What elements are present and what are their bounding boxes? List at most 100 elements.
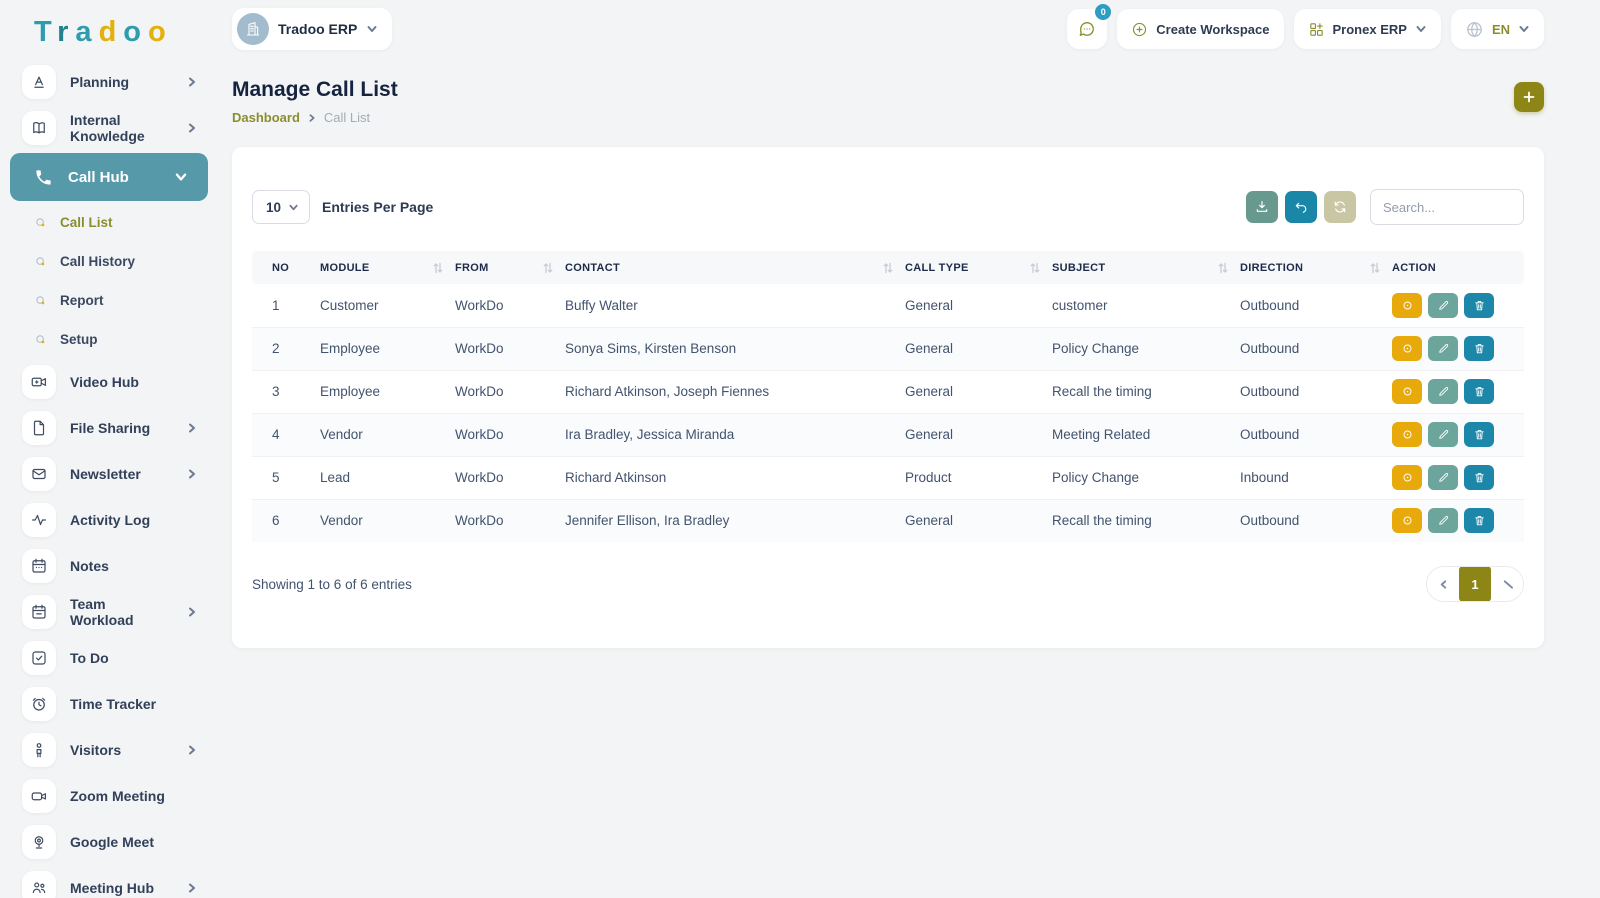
column-header-from[interactable]: FROM xyxy=(455,251,565,284)
sidebar-item-planning[interactable]: Planning xyxy=(0,59,218,105)
planning-icon xyxy=(22,65,56,99)
messages-button[interactable]: 0 xyxy=(1067,9,1107,49)
refresh-button[interactable] xyxy=(1324,191,1356,223)
sidebar-item-notes[interactable]: Notes xyxy=(0,543,218,589)
cell-call_type: General xyxy=(905,370,1052,413)
sidebar-item-visitors[interactable]: Visitors xyxy=(0,727,218,773)
delete-button[interactable] xyxy=(1464,422,1494,447)
sidebar-subitem-label: Call History xyxy=(60,254,135,269)
cell-subject: Meeting Related xyxy=(1052,413,1240,456)
edit-button[interactable] xyxy=(1428,508,1458,533)
cell-module: Lead xyxy=(320,456,455,499)
logo-letter: d xyxy=(99,16,124,48)
sidebar-subitem-label: Setup xyxy=(60,332,98,347)
create-workspace-button[interactable]: Create Workspace xyxy=(1117,9,1283,49)
cell-contact: Jennifer Ellison, Ira Bradley xyxy=(565,499,905,542)
delete-button[interactable] xyxy=(1464,293,1494,318)
entries-per-page-select[interactable]: 10 xyxy=(252,190,310,224)
export-button[interactable] xyxy=(1246,191,1278,223)
edit-button[interactable] xyxy=(1428,465,1458,490)
bullet-icon xyxy=(34,255,47,268)
edit-button[interactable] xyxy=(1428,336,1458,361)
page-header: Manage Call List Dashboard Call List xyxy=(232,78,1544,125)
column-header-contact[interactable]: CONTACT xyxy=(565,251,905,284)
view-icon xyxy=(1401,342,1414,355)
search-input[interactable] xyxy=(1370,189,1524,225)
workspace-avatar xyxy=(237,13,269,45)
table-row: 5LeadWorkDoRichard AtkinsonProductPolicy… xyxy=(252,456,1524,499)
column-header-subject[interactable]: SUBJECT xyxy=(1052,251,1240,284)
sidebar-subitem-report[interactable]: Report xyxy=(0,281,218,320)
undo-button[interactable] xyxy=(1285,191,1317,223)
sidebar-item-team-workload[interactable]: Team Workload xyxy=(0,589,218,635)
view-button[interactable] xyxy=(1392,508,1422,533)
table-row: 2EmployeeWorkDoSonya Sims, Kirsten Benso… xyxy=(252,327,1524,370)
edit-icon xyxy=(1437,428,1450,441)
sidebar-item-label: To Do xyxy=(70,650,198,666)
sidebar-item-label: Notes xyxy=(70,558,198,574)
breadcrumb-dashboard[interactable]: Dashboard xyxy=(232,110,300,125)
delete-button[interactable] xyxy=(1464,336,1494,361)
sidebar-item-video-hub[interactable]: Video Hub xyxy=(0,359,218,405)
sidebar-item-meeting-hub[interactable]: Meeting Hub xyxy=(0,865,218,898)
edit-icon xyxy=(1437,514,1450,527)
cell-subject: Policy Change xyxy=(1052,327,1240,370)
sidebar-item-file-sharing[interactable]: File Sharing xyxy=(0,405,218,451)
workspace-name: Tradoo ERP xyxy=(278,21,357,37)
topbar-actions: 0 Create Workspace Pronex ERP EN xyxy=(1067,9,1544,49)
messages-badge: 0 xyxy=(1095,4,1111,20)
download-icon xyxy=(1254,199,1270,215)
view-button[interactable] xyxy=(1392,336,1422,361)
chevron-right-icon xyxy=(186,606,198,618)
edit-button[interactable] xyxy=(1428,379,1458,404)
delete-button[interactable] xyxy=(1464,508,1494,533)
view-icon xyxy=(1401,299,1414,312)
entries-per-page-label: Entries Per Page xyxy=(322,199,433,215)
cell-no: 4 xyxy=(252,413,320,456)
sort-icon xyxy=(543,262,553,274)
sidebar-subitem-call-list[interactable]: Call List xyxy=(0,203,218,242)
sidebar-item-google-meet[interactable]: Google Meet xyxy=(0,819,218,865)
sidebar-item-zoom-meeting[interactable]: Zoom Meeting xyxy=(0,773,218,819)
sidebar-item-to-do[interactable]: To Do xyxy=(0,635,218,681)
column-header-direction[interactable]: DIRECTION xyxy=(1240,251,1392,284)
sidebar-item-call-hub[interactable]: Call Hub xyxy=(10,153,208,201)
activity-icon xyxy=(22,503,56,537)
sidebar-item-label: File Sharing xyxy=(70,420,172,436)
workspace-switcher[interactable]: Tradoo ERP xyxy=(232,8,392,50)
cell-contact: Richard Atkinson xyxy=(565,456,905,499)
sidebar-item-activity-log[interactable]: Activity Log xyxy=(0,497,218,543)
erp-switcher[interactable]: Pronex ERP xyxy=(1294,9,1441,49)
sidebar-item-internal-knowledge[interactable]: Internal Knowledge xyxy=(0,105,218,151)
edit-button[interactable] xyxy=(1428,293,1458,318)
view-button[interactable] xyxy=(1392,465,1422,490)
table-footer: Showing 1 to 6 of 6 entries 1 xyxy=(252,566,1524,602)
sidebar-subitem-call-history[interactable]: Call History xyxy=(0,242,218,281)
calendar-icon xyxy=(22,549,56,583)
sidebar-item-newsletter[interactable]: Newsletter xyxy=(0,451,218,497)
edit-button[interactable] xyxy=(1428,422,1458,447)
current-page-button[interactable]: 1 xyxy=(1459,566,1491,602)
sidebar-subitem-setup[interactable]: Setup xyxy=(0,320,218,359)
sidebar-item-time-tracker[interactable]: Time Tracker xyxy=(0,681,218,727)
add-call-button[interactable] xyxy=(1514,82,1544,112)
topbar: Tradoo ERP 0 Create Workspace Pronex ERP xyxy=(232,8,1544,50)
cell-direction: Outbound xyxy=(1240,327,1392,370)
view-button[interactable] xyxy=(1392,422,1422,447)
previous-page-button[interactable] xyxy=(1427,566,1459,602)
next-page-button[interactable] xyxy=(1491,566,1523,602)
column-header-module[interactable]: MODULE xyxy=(320,251,455,284)
chevron-down-icon xyxy=(1415,23,1427,35)
check-square-icon xyxy=(22,641,56,675)
view-button[interactable] xyxy=(1392,379,1422,404)
sort-icon xyxy=(1030,262,1040,274)
sidebar-item-label: Video Hub xyxy=(70,374,198,390)
delete-button[interactable] xyxy=(1464,379,1494,404)
brand-logo[interactable]: Tradoo xyxy=(0,0,218,59)
view-button[interactable] xyxy=(1392,293,1422,318)
column-header-call-type[interactable]: CALL TYPE xyxy=(905,251,1052,284)
cell-actions xyxy=(1392,284,1524,327)
language-selector[interactable]: EN xyxy=(1451,9,1544,49)
delete-button[interactable] xyxy=(1464,465,1494,490)
erp-switcher-label: Pronex ERP xyxy=(1333,22,1407,37)
